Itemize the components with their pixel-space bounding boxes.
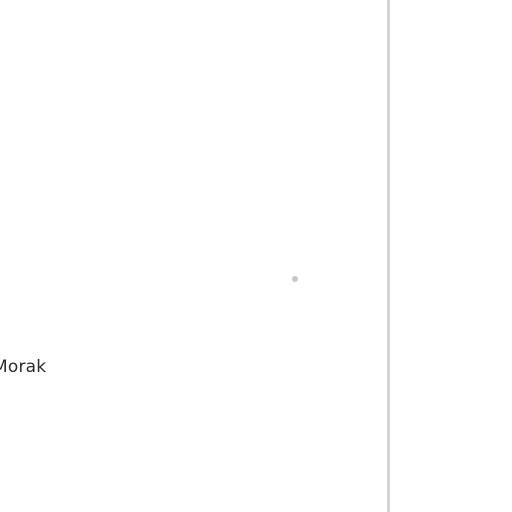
main-pane: Morak [0,0,387,512]
name-label: Morak [0,357,47,377]
screen: Morak [0,0,512,512]
side-pane [390,0,512,512]
dot-icon [292,276,298,282]
